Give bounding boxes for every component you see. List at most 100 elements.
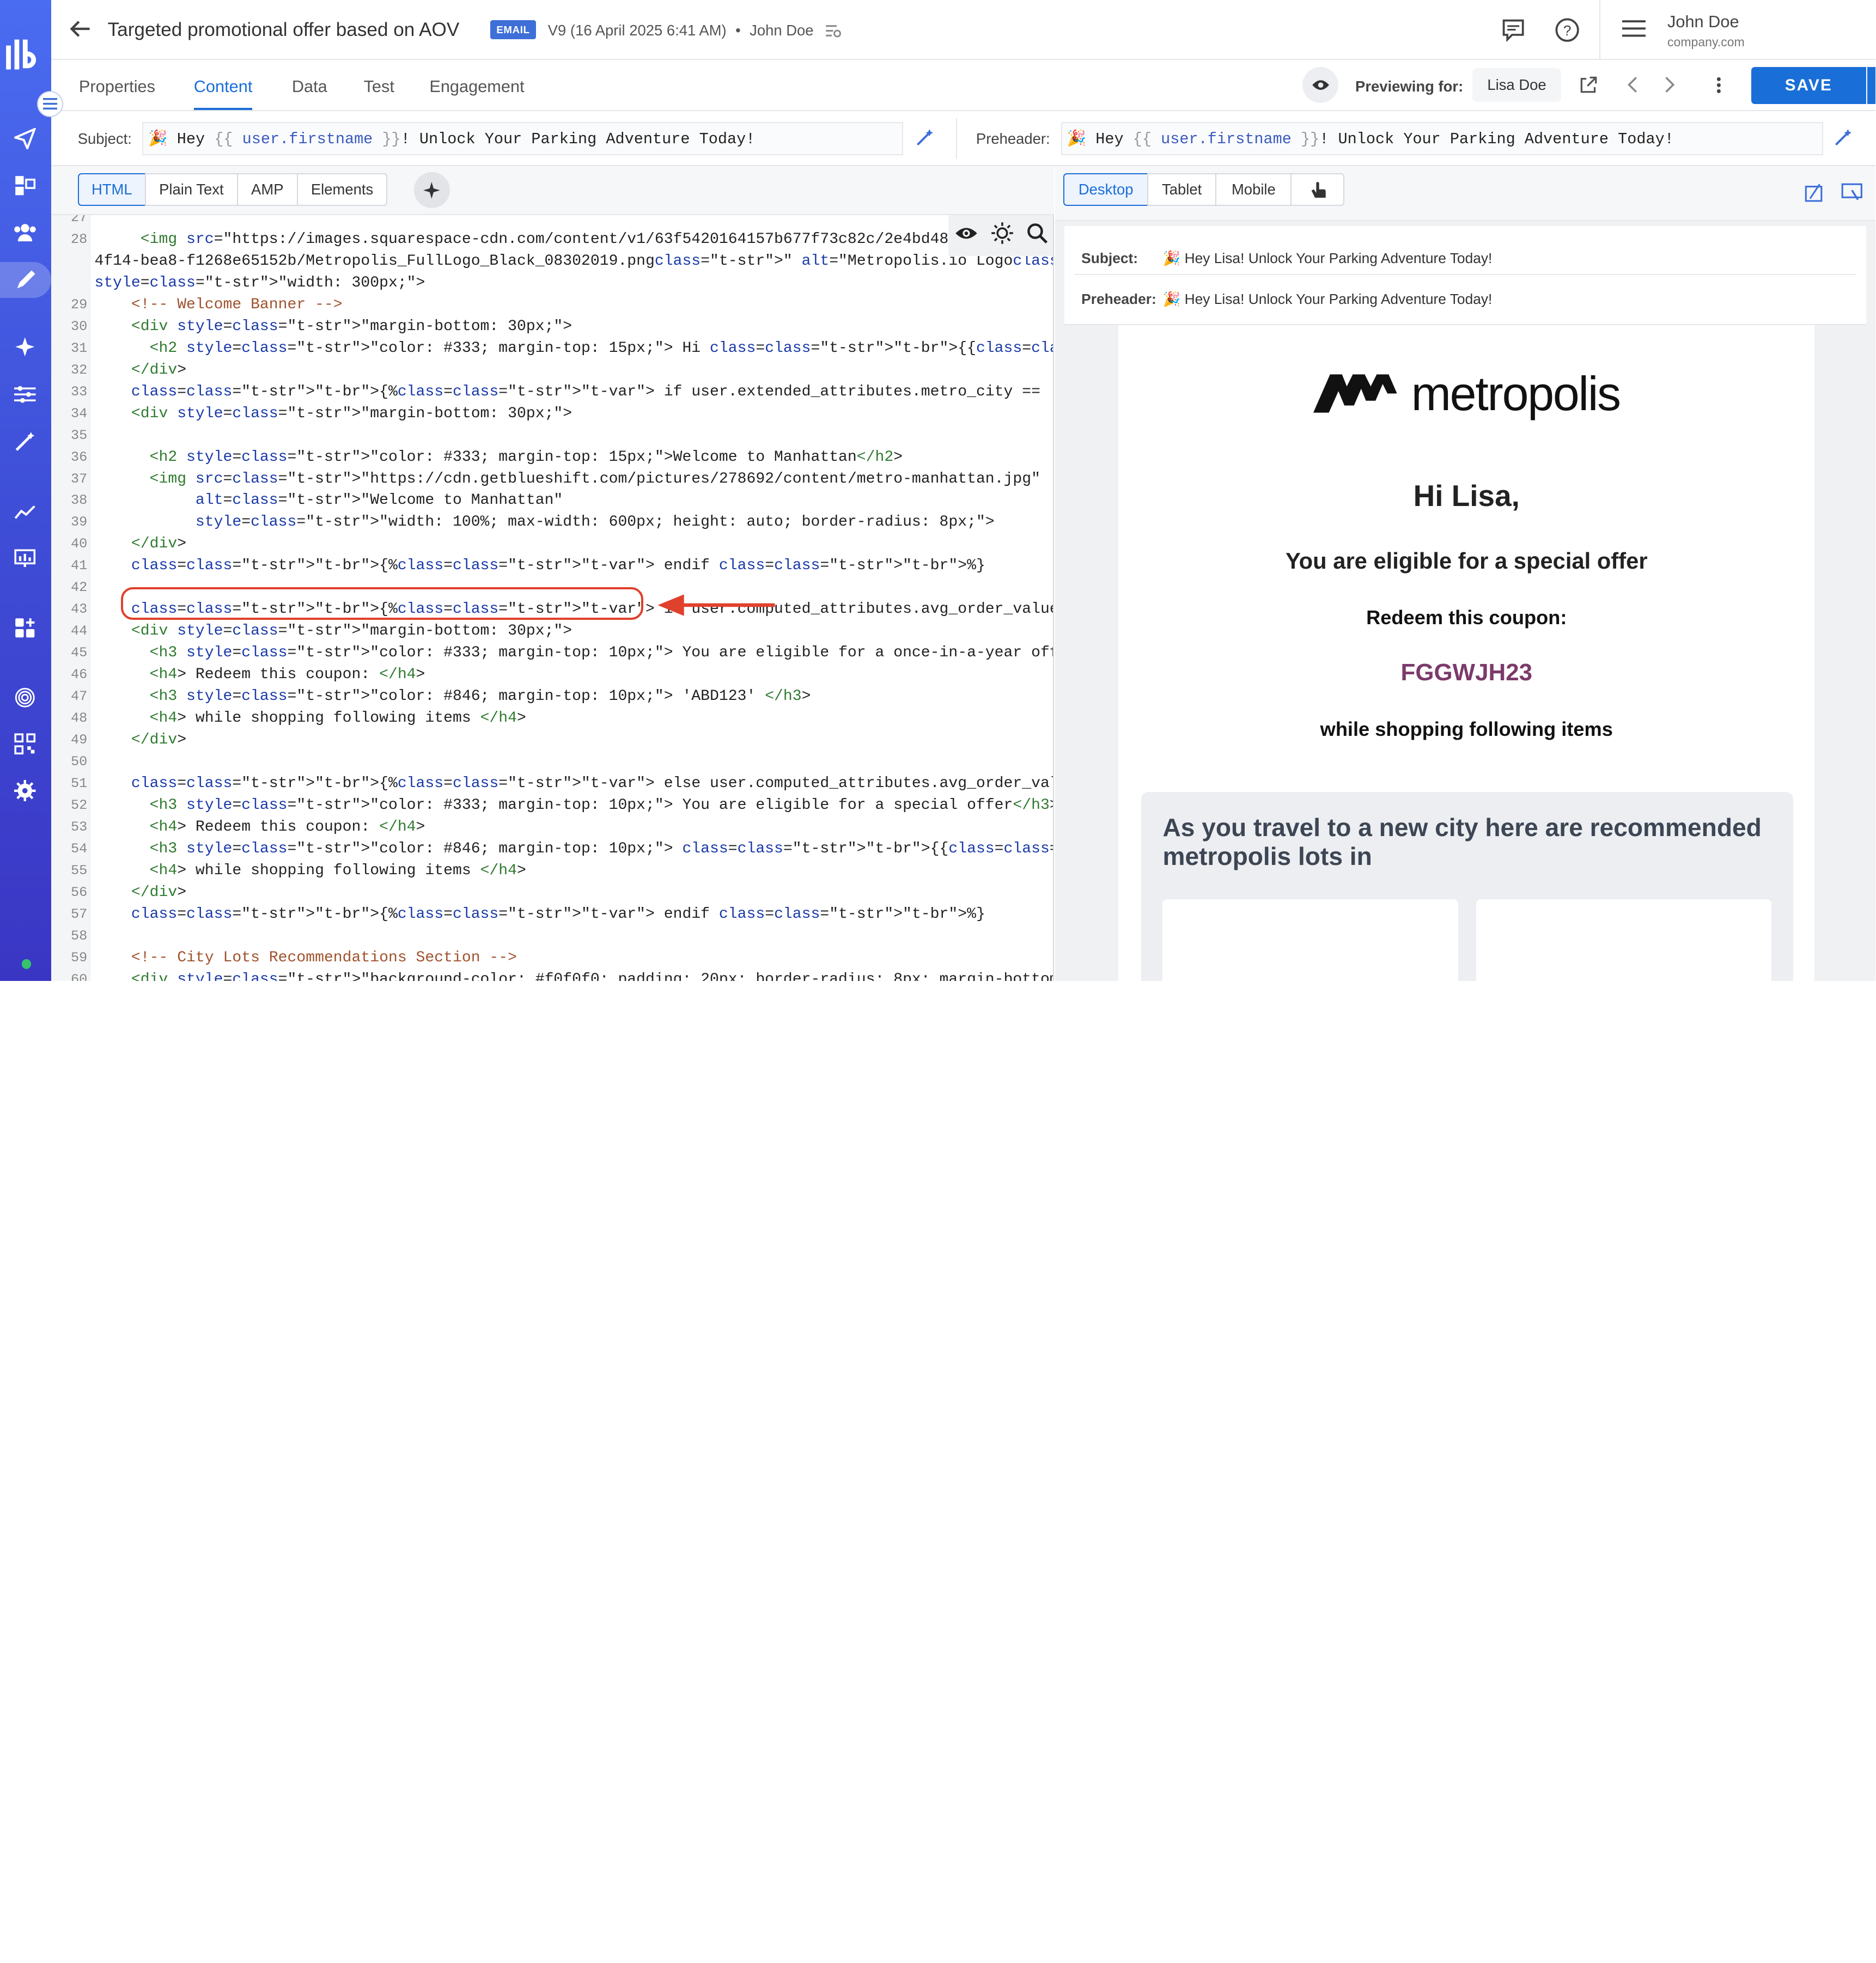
version-info[interactable]: V9 (16 April 2025 6:41 AM) • John Doe [548,22,842,39]
line-number: 42 [70,580,88,596]
line-number: 60 [70,971,88,981]
line-number: 40 [70,536,88,552]
preview-toolbar: Desktop Tablet Mobile [1055,166,1876,222]
nav-fingerprint-icon[interactable] [10,682,41,713]
preheader-magic-icon[interactable] [1834,128,1853,152]
editor-tab-amp[interactable]: AMP [236,173,298,206]
save-button[interactable]: SAVE [1751,66,1866,105]
nav-qr-icon[interactable] [10,728,41,759]
user-menu[interactable]: John Doe company.com [1599,0,1875,60]
code-editor[interactable]: 27 28 <img src="https://images.squarespac… [51,215,1054,981]
editor-search-icon[interactable] [1026,222,1048,249]
editor-preview-eye-icon[interactable] [954,225,978,247]
nav-reports-icon[interactable] [10,543,41,574]
blueshift-logo-icon[interactable] [5,36,46,72]
subject-close-brace: }} [382,130,401,148]
subject-input[interactable]: 🎉 Hey {{ user.firstname }}! Unlock Your … [142,121,903,156]
device-tab-mobile[interactable]: Mobile [1215,173,1292,206]
nav-gear-icon[interactable] [10,775,41,806]
line-code: <div style=class="t-str">"background-col… [131,971,1053,981]
previous-user-chevron-icon[interactable] [1625,75,1640,99]
nav-apps-icon[interactable] [10,612,41,643]
line-code: <h2 style=class="t-str">"color: #333; ma… [149,339,1053,357]
preview-clear-icon[interactable] [1804,183,1823,207]
app-root: Targeted promotional offer based on AOV … [0,0,1876,981]
tab-properties[interactable]: Properties [79,77,155,96]
preheader-text-1: Hey [1086,130,1133,148]
line-number: 28 [70,231,88,247]
previewing-for-label: Previewing for: [1355,77,1464,95]
ai-assist-sparkle-icon[interactable] [413,172,450,209]
subject-magic-icon[interactable] [915,128,934,152]
line-code: <h3 style=class="t-str">"color: #333; ma… [149,644,1054,662]
email-body: metropolis Hi Lisa, You are eligible for… [1118,325,1815,981]
device-tab-interactive-hand-icon[interactable] [1290,173,1345,206]
nav-magic-wand-icon[interactable] [10,426,41,457]
preview-fullscreen-icon[interactable] [1841,183,1863,207]
tab-test[interactable]: Test [364,77,394,96]
subject-text-1: Hey [167,130,215,148]
nav-ai-icon[interactable] [10,331,41,362]
preview-toggle-eye-icon[interactable] [1302,66,1339,103]
tab-data[interactable]: Data [292,77,327,96]
nav-segments-icon[interactable] [10,170,41,201]
version-history-icon[interactable] [825,24,842,38]
tab-engagement[interactable]: Engagement [429,77,524,96]
email-offer-heading: You are eligible for a special offer [1285,547,1648,574]
line-number: 54 [70,840,88,857]
editor-tab-html[interactable]: HTML [77,173,146,206]
line-code: <h4> while shopping following items </h4… [149,862,526,879]
editor-theme-sun-icon[interactable] [990,221,1014,250]
line-number: 55 [70,862,88,879]
brand-name: metropolis [1411,366,1621,420]
nav-campaigns-icon[interactable] [10,123,41,154]
editor-tab-plain-text[interactable]: Plain Text [144,173,238,206]
device-tab-tablet[interactable]: Tablet [1147,173,1217,206]
user-name: John Doe [1667,11,1739,31]
line-number: 59 [70,949,88,966]
line-code: </div> [131,535,187,553]
line-code: class=class="t-str">"t-br">{%class=class… [131,905,985,923]
line-code: <h4> while shopping following items </h4… [149,710,526,727]
comments-icon[interactable] [1500,17,1526,43]
line-number: 50 [70,754,88,770]
tab-content[interactable]: Content [193,77,253,111]
line-code: <div style=class="t-str">"margin-bottom:… [131,318,572,335]
subject-var: user.firstname [233,130,382,148]
line-number: 33 [70,383,88,400]
editor-tab-elements[interactable]: Elements [296,173,388,206]
line-number: 53 [70,819,88,835]
line-number: 46 [70,667,88,683]
nav-analytics-icon[interactable] [10,496,41,527]
hamburger-menu-icon[interactable] [1622,19,1646,43]
tabs-row: Properties Content Data Test Engagement … [51,60,1876,112]
line-code: class=class="t-str">"t-br">{%class=class… [131,775,1054,792]
preheader-input[interactable]: 🎉 Hey {{ user.firstname }}! Unlock Your … [1061,121,1823,156]
line-number: 38 [70,492,88,509]
back-arrow-icon[interactable] [68,17,92,41]
help-icon[interactable]: ? [1554,17,1580,43]
preview-user-select[interactable]: Lisa Doe [1472,68,1561,102]
subject-row: Subject: 🎉 Hey {{ user.firstname }}! Unl… [51,111,1876,167]
line-number: 49 [70,732,88,748]
save-dropdown-chevron-icon[interactable] [1867,66,1876,105]
device-tab-desktop[interactable]: Desktop [1063,173,1149,206]
line-number: 45 [70,645,88,661]
open-external-icon[interactable] [1579,75,1598,99]
line-code: <h3 style=class="t-str">"color: #846; ma… [149,840,1053,857]
subject-open-brace: {{ [214,130,233,148]
version-label: V9 (16 April 2025 6:41 AM) [547,21,727,39]
nav-settings-sliders-icon[interactable] [10,379,41,410]
nav-content-icon[interactable] [0,261,52,298]
line-code: <h2 style=class="t-str">"color: #333; ma… [149,448,903,466]
line-number: 51 [70,776,88,792]
editor-toolbar: HTML Plain Text AMP Elements [51,166,1054,216]
line-code: alt=class="t-str">"Welcome to Manhattan" [195,492,563,509]
status-online-dot [21,959,32,969]
next-user-chevron-icon[interactable] [1662,75,1677,99]
subject-divider [955,118,957,160]
line-code: </div> [131,883,187,901]
line-number: 57 [70,906,88,922]
more-options-icon[interactable] [1716,77,1721,99]
nav-customers-icon[interactable] [10,216,41,247]
